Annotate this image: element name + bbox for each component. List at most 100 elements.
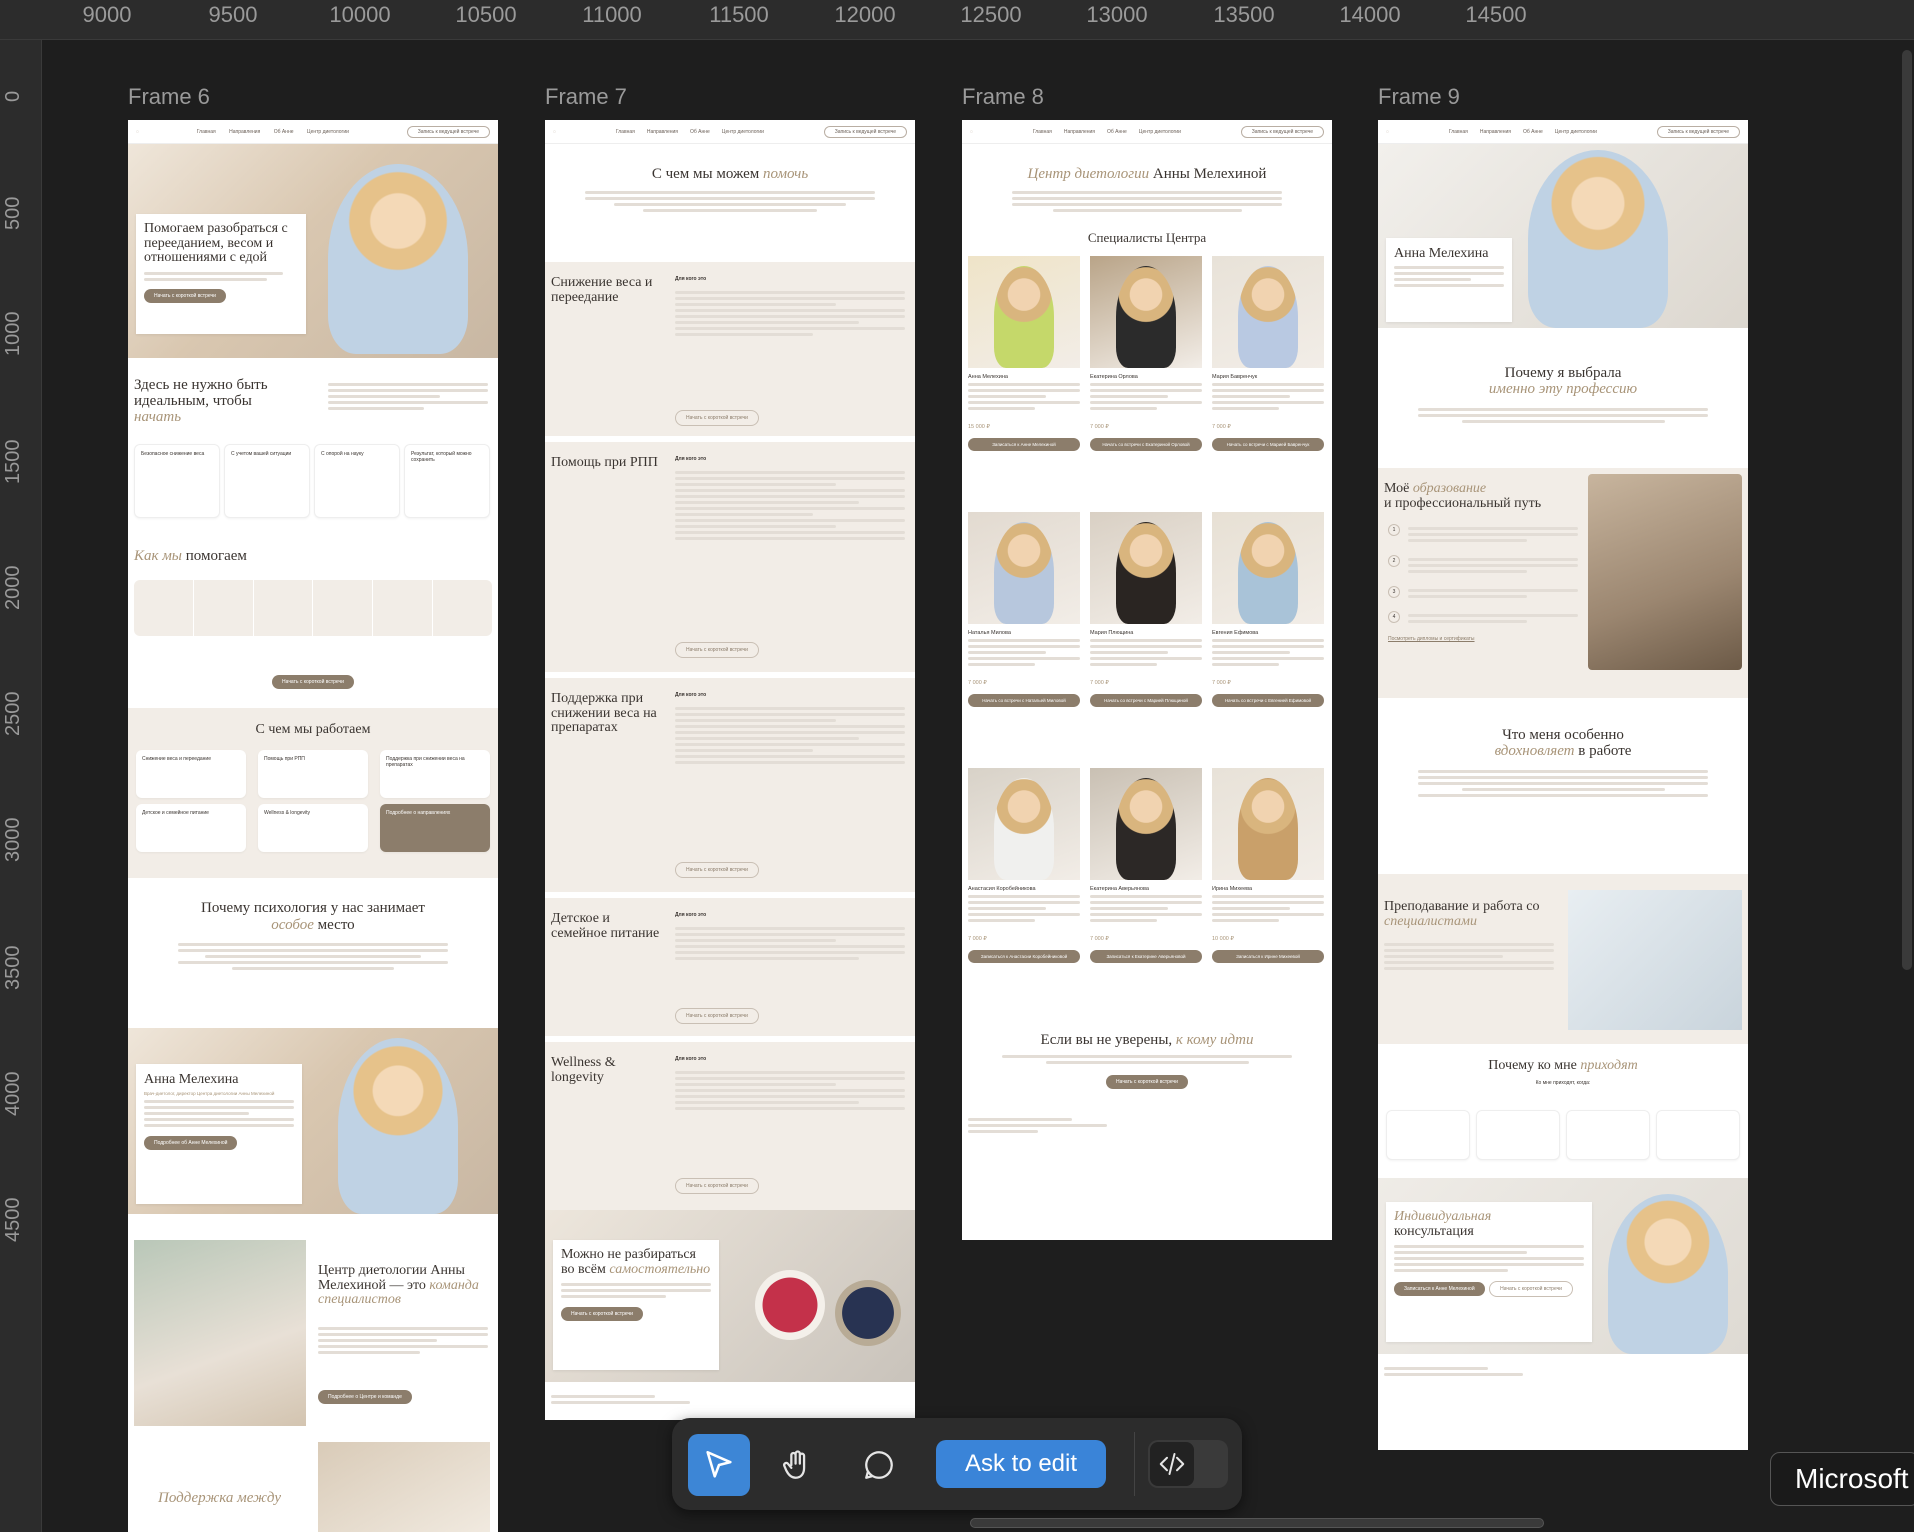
specialist-text <box>1212 639 1324 666</box>
dev-mode-toggle[interactable] <box>1148 1440 1228 1488</box>
work-tile: Детское и семейное питание <box>136 804 246 852</box>
anna-text <box>144 1100 294 1127</box>
help-section-title: Wellness & longevity <box>551 1055 616 1085</box>
for-whom-label: Для кого это <box>675 456 707 462</box>
specialist-photo <box>968 768 1080 880</box>
bottom-text <box>561 1283 711 1299</box>
ruler-tick: 14500 <box>1465 2 1527 27</box>
help-section-text <box>675 1068 905 1113</box>
center-section: Центр диетологии Анны Мелехиной — это ко… <box>128 1214 498 1434</box>
bottom-card: Можно не разбираться во всём самостоятел… <box>553 1240 719 1370</box>
help-section-button: Начать с короткой встречи <box>675 410 759 426</box>
center-text <box>318 1324 488 1357</box>
help-section: Поддержка при снижении веса на препарата… <box>545 678 915 898</box>
help-section: Wellness & longevity Для кого это Начать… <box>545 1042 915 1210</box>
frame-label-9[interactable]: Frame 9 <box>1378 84 1460 110</box>
specialist-card: Евгения Ефимова 7 000 ₽ Начать со встречи … <box>1212 512 1324 758</box>
frame-label-7[interactable]: Frame 7 <box>545 84 627 110</box>
consult-card: Индивидуальная консультация Записаться к … <box>1386 1202 1592 1342</box>
left-ruler: 0 500 1000 1500 2000 2500 3000 3500 4000… <box>0 40 42 1532</box>
specialist-text <box>1090 895 1202 922</box>
person-photo <box>328 164 468 354</box>
specialist-button: Записаться к Анне Мелехиной <box>968 438 1080 452</box>
step-number: 1 <box>1388 524 1400 536</box>
specialist-price: 7 000 ₽ <box>1090 680 1109 686</box>
select-tool-button[interactable] <box>688 1434 750 1496</box>
specialist-card: Анастасия Коробейникова 7 000 ₽ Записаться… <box>968 768 1080 1014</box>
specialist-text <box>968 895 1080 922</box>
specialists-title: Специалисты Центра <box>1087 230 1207 245</box>
site-logo: ◌ <box>553 128 556 135</box>
person-photo <box>1528 150 1668 328</box>
frame-6[interactable]: ◌ Главная Направления Об Анне Центр диет… <box>128 120 498 1532</box>
specialist-button: Записаться к Анастасии Коробейниковой <box>968 950 1080 964</box>
ask-to-edit-button[interactable]: Ask to edit <box>936 1440 1106 1488</box>
specialist-photo <box>1090 512 1202 624</box>
hand-tool-button[interactable] <box>766 1434 828 1496</box>
comment-tool-button[interactable] <box>848 1434 910 1496</box>
ruler-tick: 4500 <box>2 1197 24 1243</box>
unsure-text <box>1002 1055 1292 1064</box>
specialist-text <box>968 383 1080 410</box>
for-whom-label: Для кого это <box>675 1056 707 1062</box>
specialist-card: Мария Плющина 7 000 ₽ Начать со встречи с … <box>1090 512 1202 758</box>
inspire-text <box>1418 769 1708 797</box>
support-title: Поддержка между <box>158 1490 281 1506</box>
ruler-tick: 1000 <box>2 311 24 357</box>
edu-title: Моё образование и профессиональный путь <box>1384 481 1542 511</box>
edu-link: Посмотреть дипломы и сертификаты <box>1388 636 1475 642</box>
ruler-tick: 10000 <box>329 2 391 27</box>
frame-7[interactable]: ◌ Главная Направления Об Анне Центр диетоло… <box>545 120 915 1420</box>
vertical-scrollbar[interactable] <box>1902 50 1912 970</box>
specialist-card: Екатерина Орлова 7 000 ₽ Начать со встречи… <box>1090 256 1202 502</box>
help-section-text <box>675 468 905 543</box>
feature-card: С опорой на науку <box>314 444 400 518</box>
blueberries-bowl <box>835 1280 901 1346</box>
specialist-text <box>1090 383 1202 410</box>
specialist-button: Начать со встречи с Марией Плющиной <box>1090 694 1202 708</box>
hero-name: Анна Мелехина <box>1394 246 1489 261</box>
reason-card <box>1476 1110 1560 1160</box>
feature-card: Результат, который можно сохранить <box>404 444 490 518</box>
teach-photo <box>1568 890 1742 1030</box>
specialist-photo <box>1090 256 1202 368</box>
for-whom-label: Для кого это <box>675 276 707 282</box>
taskbar-tooltip: Microsoft <box>1770 1452 1914 1506</box>
frame-9[interactable]: ◌ Главная Направления Об Анне Центр диетоло… <box>1378 120 1748 1450</box>
specialist-text <box>1212 895 1324 922</box>
step-number: 4 <box>1388 611 1400 623</box>
specialist-photo <box>1090 768 1202 880</box>
frame-8[interactable]: ◌ Главная Направления Об Анне Центр диетоло… <box>962 120 1332 1240</box>
why-title: Почему я выбрала именно эту профессию <box>1488 365 1638 397</box>
psy-text <box>178 943 448 970</box>
step-number: 2 <box>1388 555 1400 567</box>
canvas-toolbar: Ask to edit <box>672 1418 1242 1510</box>
frame-label-8[interactable]: Frame 8 <box>962 84 1044 110</box>
hero-title: Помогаем разобраться с перееданием, весо… <box>144 221 288 266</box>
nav-cta: Запись к ведущей встрече <box>823 125 907 138</box>
team-photo <box>134 1240 306 1426</box>
unsure-button: Начать с короткой встречи <box>1106 1075 1188 1089</box>
bottom-section: Можно не разбираться во всём самостоятел… <box>545 1210 915 1382</box>
anna-section: Анна Мелехина Врач-диетолог, директор Це… <box>128 1028 498 1214</box>
nav-link: Об Анне <box>273 128 294 135</box>
specialist-name: Анастасия Коробейникова <box>968 886 1036 892</box>
specialists-grid: Анна Мелехина 15 000 ₽ Записаться к Анне М… <box>962 256 1332 1026</box>
frame-nav: ◌ Главная Направления Об Анне Центр диетоло… <box>1378 120 1748 144</box>
why-section: Почему я выбрала именно эту профессию <box>1378 328 1748 468</box>
specialist-button: Начать со встречи с Екатериной Орловой <box>1090 438 1202 452</box>
teach-text <box>1384 940 1554 973</box>
help-section-title: Поддержка при снижении веса на препарата… <box>551 691 657 736</box>
teach-section: Преподавание и работа со специалистами <box>1378 874 1748 1044</box>
person-photo <box>338 1038 458 1214</box>
frame-label-6[interactable]: Frame 6 <box>128 84 210 110</box>
specialist-card: Екатерина Аверьянова 7 000 ₽ Записаться к … <box>1090 768 1202 1014</box>
toolbar-divider <box>1134 1432 1135 1496</box>
specialist-name: Мария Бавренчук <box>1212 374 1258 380</box>
nav-link: Направления <box>229 128 261 135</box>
ruler-tick: 12500 <box>960 2 1022 27</box>
horizontal-scrollbar[interactable] <box>970 1518 1544 1528</box>
how-section: Как мы помогаем Начать с короткой встреч… <box>128 538 498 708</box>
center-title: Центр диетологии Анны Мелехиной <box>1027 166 1267 182</box>
site-logo: ◌ <box>970 128 973 135</box>
